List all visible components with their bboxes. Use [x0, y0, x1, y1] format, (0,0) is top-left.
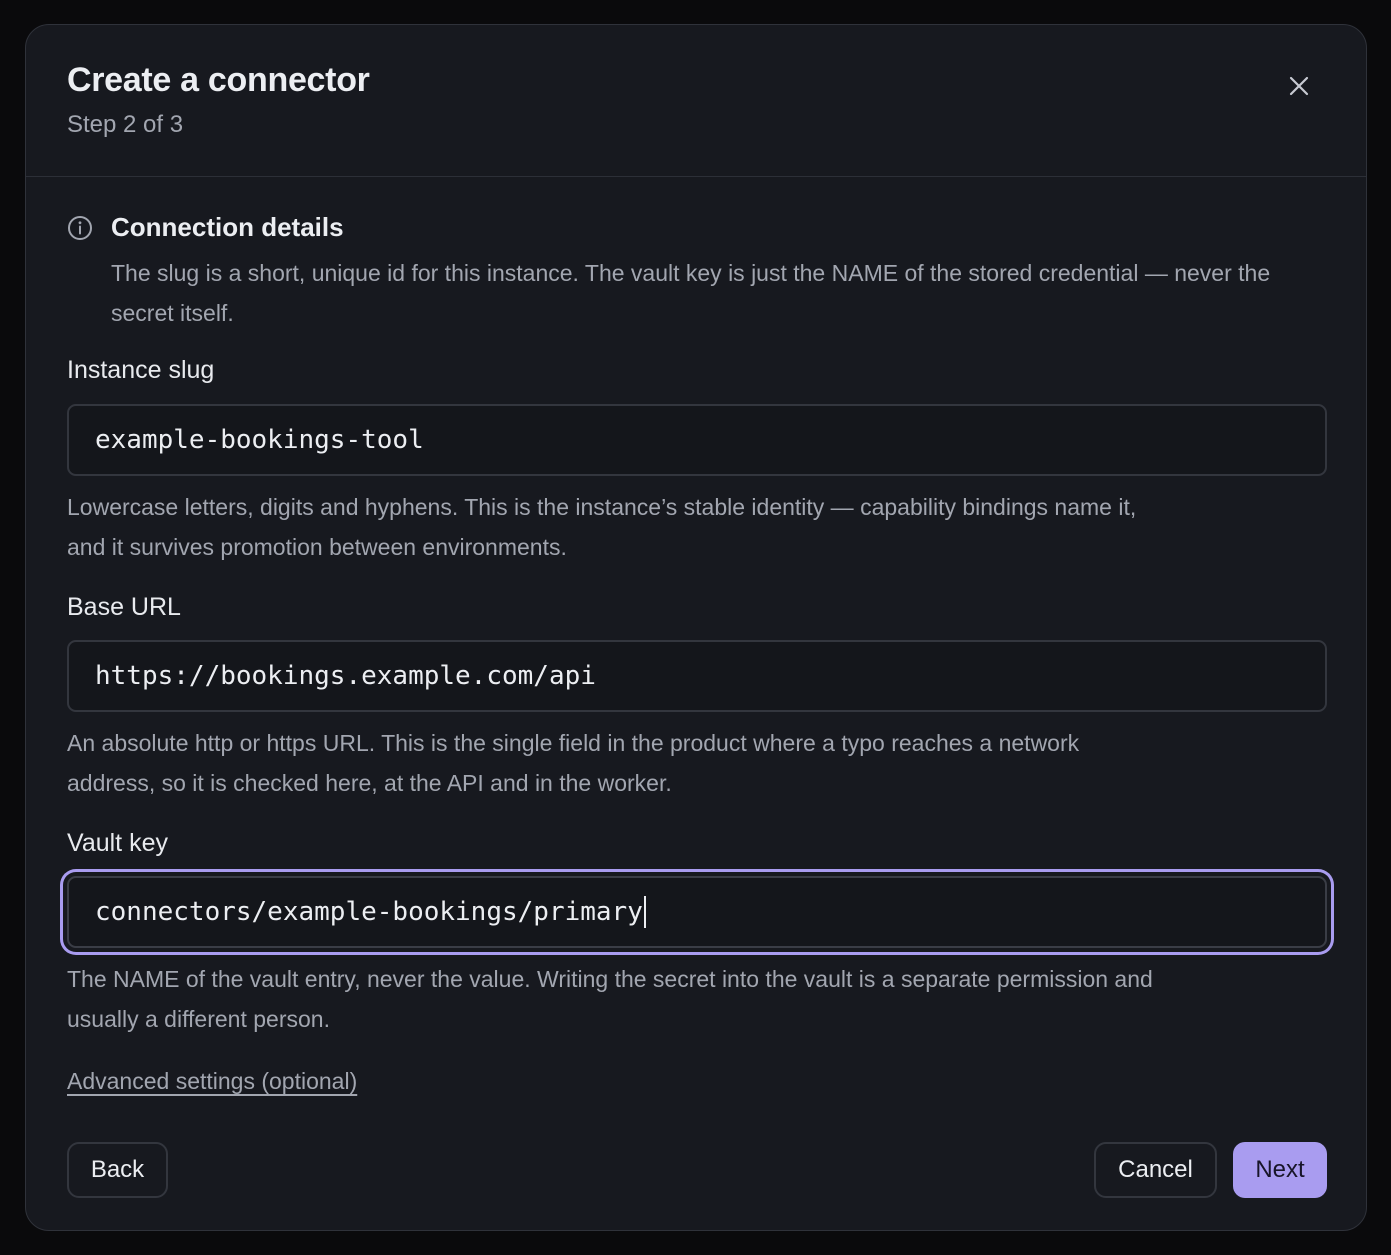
info-title: Connection details: [111, 212, 344, 242]
dialog-header: Create a connector Step 2 of 3: [26, 25, 1366, 177]
vault-key-input[interactable]: connectors/example-bookings/primary: [67, 876, 1327, 948]
instance-slug-help: Lowercase letters, digits and hyphens. T…: [67, 494, 1137, 560]
back-button[interactable]: Back: [67, 1142, 168, 1198]
vault-key-label: Vault key: [67, 829, 168, 857]
vault-key-value: connectors/example-bookings/primary: [95, 897, 643, 927]
close-button[interactable]: [1280, 67, 1318, 105]
base-url-value: https://bookings.example.com/api: [95, 661, 596, 691]
cancel-button[interactable]: Cancel: [1094, 1142, 1217, 1198]
base-url-input[interactable]: https://bookings.example.com/api: [67, 640, 1327, 712]
base-url-label: Base URL: [67, 593, 181, 621]
instance-slug-label: Instance slug: [67, 356, 215, 384]
instance-slug-input[interactable]: example-bookings-tool: [67, 404, 1327, 476]
dialog-title: Create a connector: [67, 61, 370, 99]
step-indicator: Step 2 of 3: [67, 111, 184, 138]
info-icon: [68, 216, 92, 240]
vault-key-help: The NAME of the vault entry, never the v…: [67, 966, 1153, 1032]
text-caret: [643, 896, 646, 928]
create-connector-dialog: Create a connector Step 2 of 3 Connectio…: [25, 24, 1367, 1231]
advanced-settings-link[interactable]: Advanced settings (optional): [67, 1068, 357, 1095]
close-icon: [1289, 76, 1309, 96]
base-url-help: An absolute http or https URL. This is t…: [67, 730, 1080, 796]
info-description: The slug is a short, unique id for this …: [111, 260, 1271, 326]
instance-slug-value: example-bookings-tool: [95, 425, 424, 455]
next-button[interactable]: Next: [1233, 1142, 1327, 1198]
